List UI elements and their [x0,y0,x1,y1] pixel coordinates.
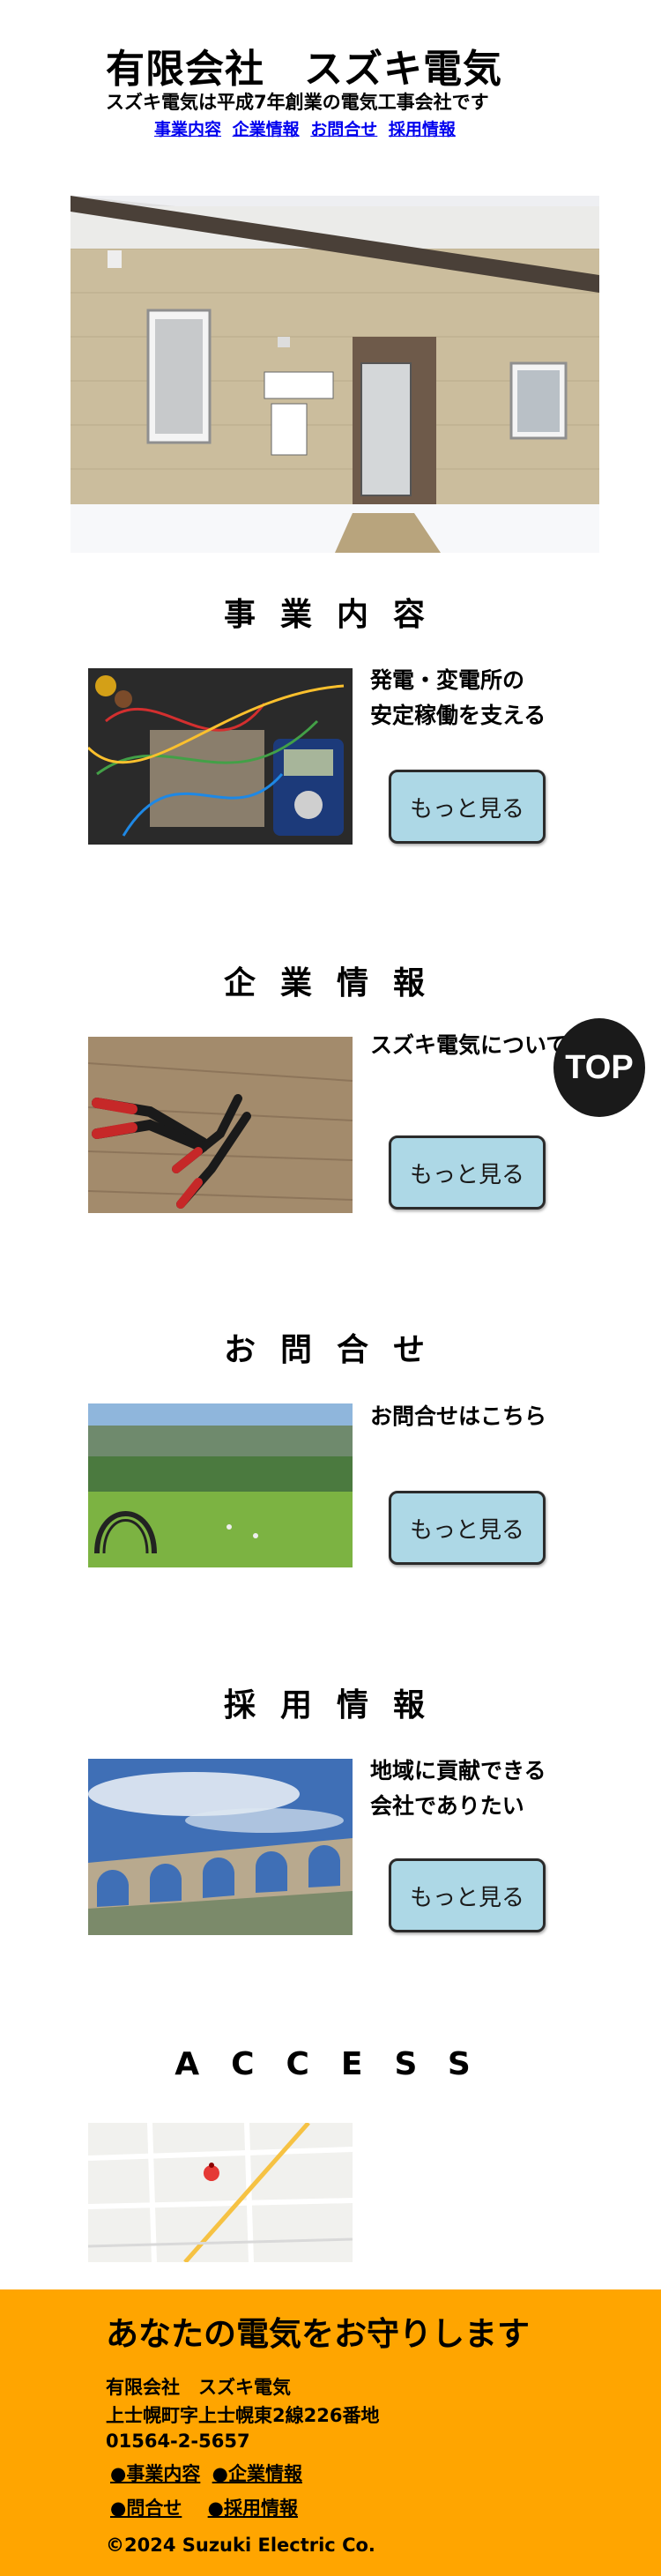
footer-link-contact[interactable]: ●問合せ [110,2498,182,2519]
footer-link-recruit[interactable]: ●採用情報 [208,2498,298,2519]
arch-bridge-photo [88,1759,353,1935]
footer-address: 上士幌町字上士幌東2線226番地 [106,2405,380,2426]
nav-link-contact[interactable]: お問合せ [310,120,377,139]
more-button-contact[interactable]: もっと見る [389,1491,546,1565]
section-blurb-company: スズキ電気について [370,1032,568,1058]
section-title-access: ACCESS [175,2046,502,2082]
back-to-top-button[interactable]: TOP [553,1018,645,1117]
section-title-services: 事業内容 [223,597,449,633]
footer-slogan: あなたの電気をお守りします [106,2315,530,2353]
footer-link-company[interactable]: ●企業情報 [212,2463,302,2484]
footer-link-services[interactable]: ●事業内容 [110,2463,200,2484]
site-title: 有限会社 スズキ電気 [106,47,502,92]
site-tagline: スズキ電気は平成7年創業の電気工事会社です [106,92,489,113]
section-title-company: 企業情報 [223,965,449,1001]
hero-building-photo [71,196,599,553]
nav-link-company[interactable]: 企業情報 [233,120,300,139]
top-nav: 事業内容 企業情報 お問合せ 採用情報 [154,116,461,140]
section-blurb-contact: お問合せはこちら [370,1403,547,1429]
electronics-tester-photo [88,668,353,845]
footer-phone: 01564-2-5657 [106,2431,250,2452]
more-button-company[interactable]: もっと見る [389,1135,546,1210]
nav-link-recruit[interactable]: 採用情報 [389,120,456,139]
footer: あなたの電気をお守りします 有限会社 スズキ電気 上士幌町字上士幌東2線226番… [0,2289,661,2576]
access-map[interactable] [88,2123,353,2262]
section-blurb-recruit: 地域に貢献できる 会社でありたい [370,1758,546,1819]
more-button-services[interactable]: もっと見る [389,770,546,844]
section-title-recruit: 採用情報 [223,1687,449,1724]
nav-link-services[interactable]: 事業内容 [154,120,221,139]
section-blurb-services: 発電・変電所の 安定稼働を支える [370,667,546,728]
footer-company: 有限会社 スズキ電気 [106,2377,291,2398]
footer-copyright: ©2024 Suzuki Electric Co. [106,2535,375,2556]
section-title-contact: お問合せ [223,1332,449,1368]
meadow-arch-photo [88,1403,353,1567]
pliers-on-wood-photo [88,1037,353,1213]
more-button-recruit[interactable]: もっと見る [389,1858,546,1932]
